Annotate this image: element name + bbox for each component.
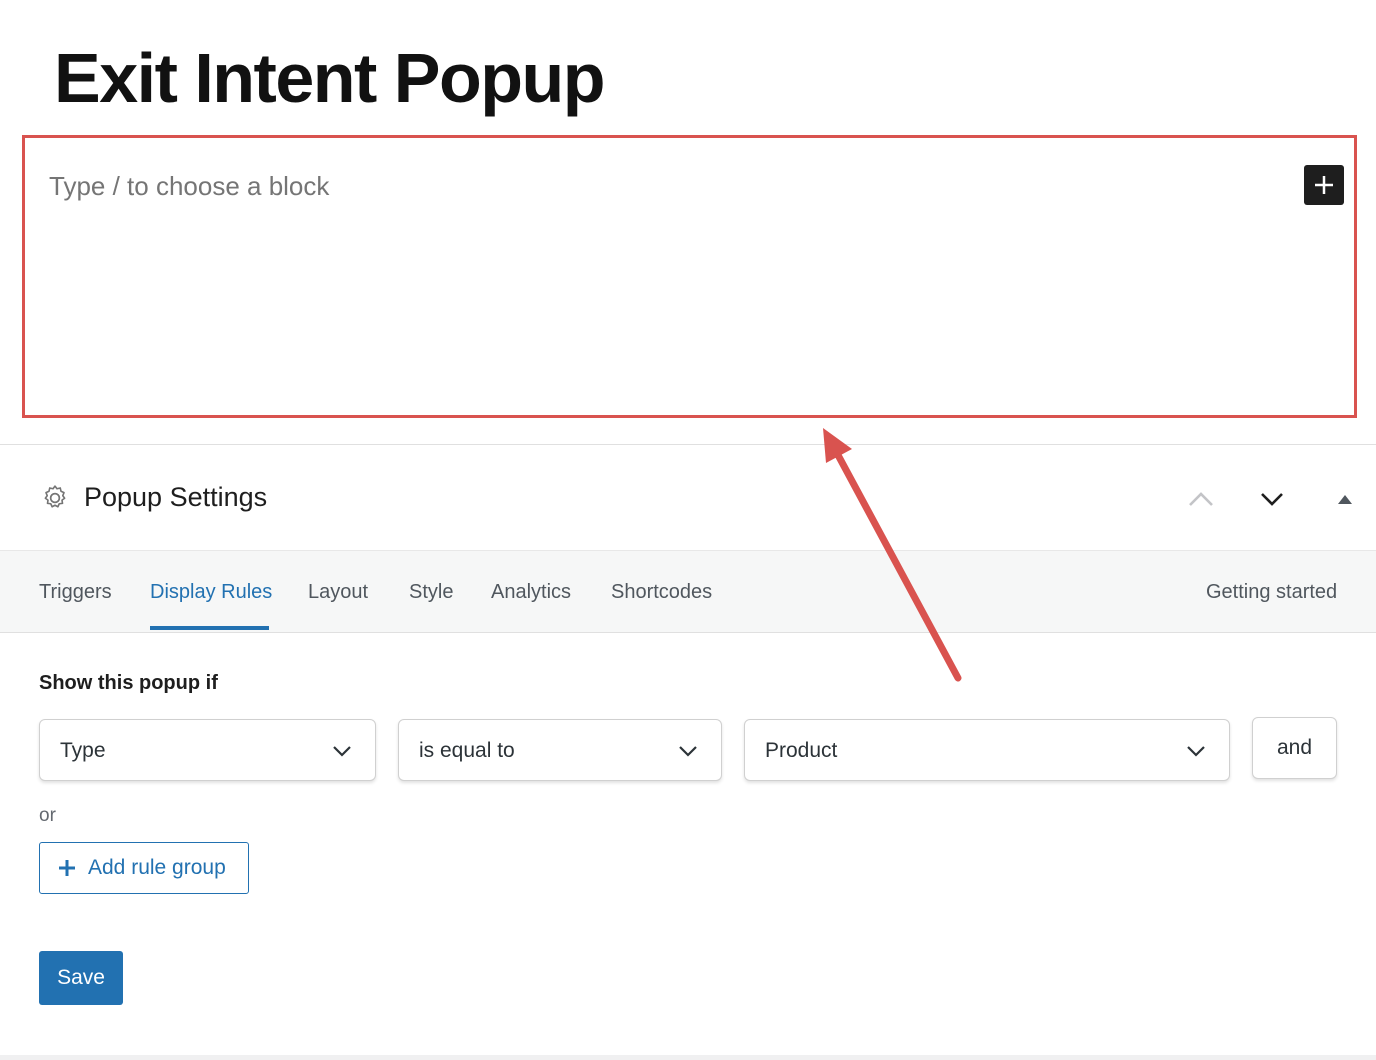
rule-operator-value: is equal to (419, 739, 515, 762)
getting-started-link[interactable]: Getting started (1206, 581, 1337, 604)
rule-value-select[interactable]: Product (744, 719, 1230, 781)
tab-style[interactable]: Style (409, 581, 453, 604)
move-down-button[interactable] (1255, 482, 1289, 516)
block-placeholder[interactable]: Type / to choose a block (49, 171, 329, 202)
rule-value-value: Product (765, 739, 838, 762)
move-up-button[interactable] (1184, 482, 1218, 516)
rule-operator-select[interactable]: is equal to (398, 719, 722, 781)
plus-icon (1315, 176, 1333, 194)
chevron-down-icon (679, 746, 697, 757)
add-rule-group-button[interactable]: Add rule group (39, 842, 249, 894)
and-button[interactable]: and (1252, 717, 1337, 779)
rules-heading: Show this popup if (39, 672, 218, 694)
tab-analytics[interactable]: Analytics (491, 581, 571, 604)
tab-display-rules[interactable]: Display Rules (150, 581, 272, 604)
rule-field-select[interactable]: Type (39, 719, 376, 781)
footer-divider (0, 1055, 1376, 1060)
gear-icon (44, 485, 66, 508)
rule-field-value: Type (60, 739, 106, 762)
caret-up-icon (1338, 495, 1352, 504)
panel-title: Popup Settings (84, 482, 268, 512)
tab-triggers[interactable]: Triggers (39, 581, 112, 604)
chevron-down-icon (1187, 746, 1205, 757)
tab-layout[interactable]: Layout (308, 581, 368, 604)
add-block-button[interactable] (1304, 165, 1344, 205)
plus-icon (59, 860, 75, 876)
chevron-down-icon (333, 746, 351, 757)
add-rule-group-label: Add rule group (88, 856, 226, 879)
toggle-panel-button[interactable] (1328, 482, 1362, 516)
save-button[interactable]: Save (39, 951, 123, 1005)
chevron-down-icon (1261, 493, 1283, 506)
or-label: or (39, 805, 56, 826)
block-appender-area[interactable]: Type / to choose a block (22, 135, 1357, 418)
chevron-up-icon (1189, 492, 1213, 506)
tab-shortcodes[interactable]: Shortcodes (611, 581, 712, 604)
active-tab-indicator (150, 626, 269, 630)
post-title[interactable]: Exit Intent Popup (54, 38, 606, 118)
settings-tabs: Triggers Display Rules Layout Style Anal… (0, 550, 1376, 633)
